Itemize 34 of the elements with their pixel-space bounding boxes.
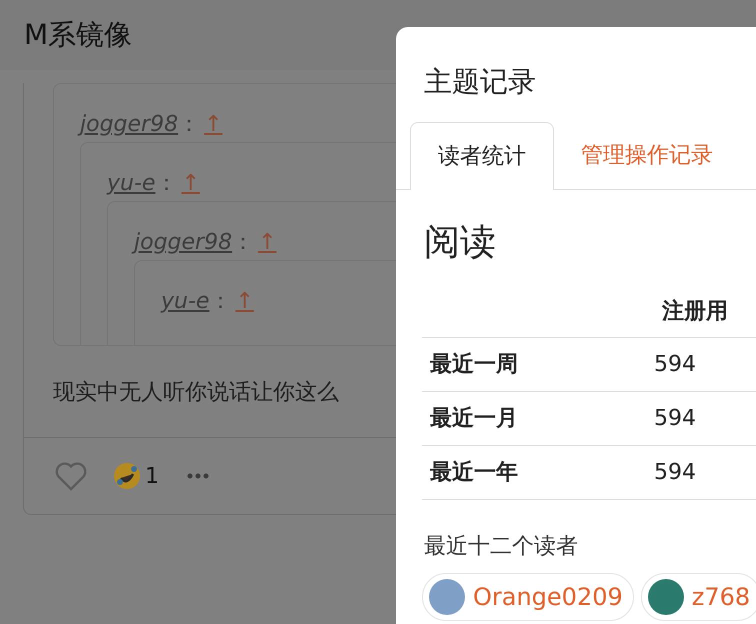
column-header: 注册用 [662, 298, 728, 326]
username-link[interactable]: yu-e [107, 173, 156, 195]
table-cell-text: 594 [654, 405, 696, 433]
colon-text: ： [232, 232, 254, 254]
reader-chip[interactable]: z768 [640, 573, 756, 621]
reader-name: Orange0209 [473, 582, 623, 613]
colon-text: ： [178, 114, 200, 136]
reader-name: z768 [692, 582, 750, 613]
jump-link[interactable]: ↑ [258, 232, 277, 254]
row-label: 最近一周 [429, 351, 519, 379]
row-label: 最近一月 [429, 405, 519, 433]
jump-link[interactable]: ↑ [235, 291, 254, 313]
site-title: M系镜像 [24, 17, 132, 53]
username-link[interactable]: jogger98 [80, 114, 178, 136]
jump-link[interactable]: ↑ [181, 173, 200, 195]
username-link[interactable]: yu-e [161, 291, 210, 313]
more-icon[interactable] [187, 473, 209, 479]
comment-text: 现实中无人听你说话让你这么 [53, 380, 339, 405]
laughing-emoji-icon[interactable] [113, 462, 141, 490]
jump-link[interactable]: ↑ [204, 114, 223, 136]
colon-text: ： [209, 291, 232, 313]
row-label: 最近一年 [429, 459, 519, 487]
tab[interactable]: 管理操作记录 [554, 122, 740, 189]
reaction-count: 1 [145, 462, 159, 490]
heart-icon[interactable] [53, 460, 89, 492]
reader-chip[interactable]: Orange0209 [422, 573, 634, 621]
section-heading: 阅读 [424, 222, 496, 263]
readers-title: 最近十二个读者 [424, 534, 578, 559]
tab[interactable]: 读者统计 [410, 122, 554, 190]
table-cell-text: 594 [654, 459, 696, 487]
table-cell-text: 594 [654, 351, 696, 379]
colon-text: ： [155, 173, 178, 195]
dialog-title: 主题记录 [424, 65, 536, 98]
username-link[interactable]: jogger98 [134, 232, 232, 254]
